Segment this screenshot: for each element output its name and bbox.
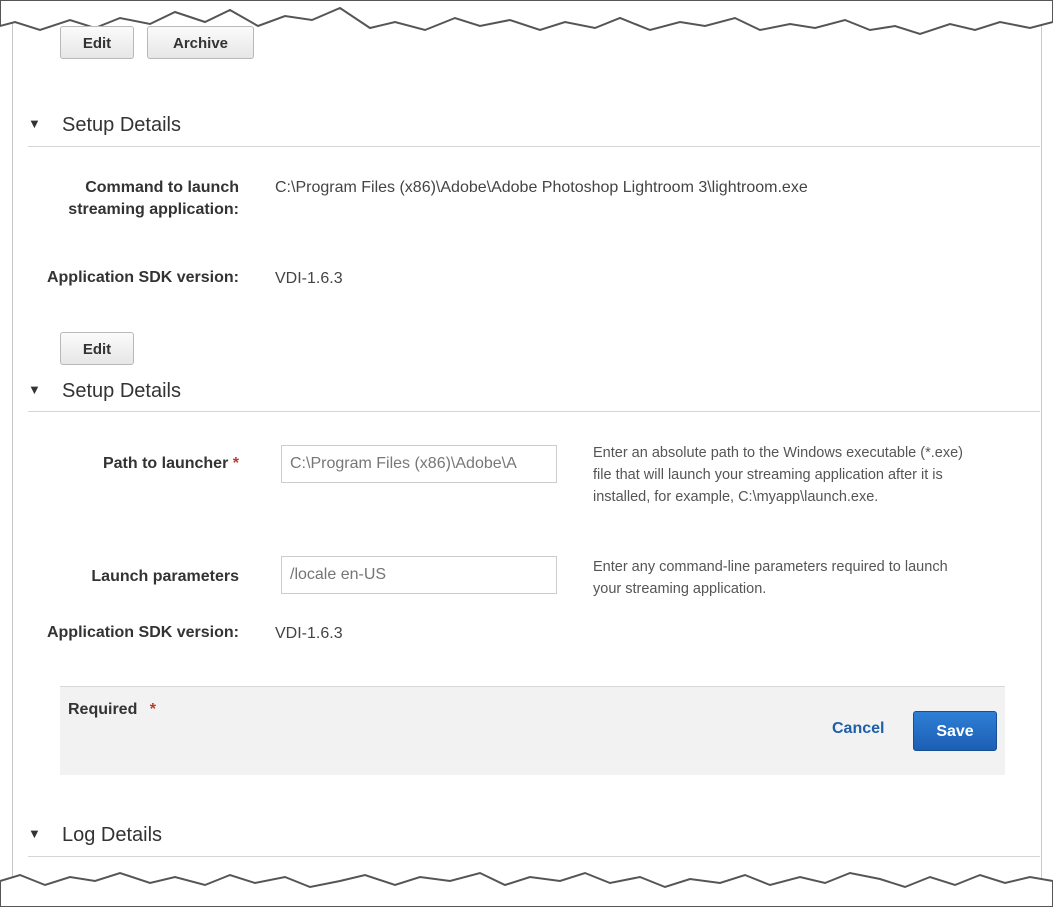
path-label-text: Path to launcher bbox=[102, 455, 229, 472]
params-help-text: Enter any command-line parameters requir… bbox=[593, 559, 948, 597]
log-details-header[interactable]: ▼ Log Details bbox=[28, 824, 162, 847]
command-label: Command to launch streaming application: bbox=[68, 179, 239, 218]
setup-details-header-edit[interactable]: ▼ Setup Details bbox=[28, 380, 181, 403]
cancel-link[interactable]: Cancel bbox=[832, 720, 884, 738]
sdk-version-label-edit: Application SDK version: bbox=[46, 624, 239, 641]
log-partial-text: saving bbox=[336, 880, 380, 897]
required-asterisk: * bbox=[149, 701, 157, 718]
setup-details-header-view[interactable]: ▼ Setup Details bbox=[28, 114, 181, 137]
path-label: Path to launcher * bbox=[27, 453, 239, 475]
section-title: Setup Details bbox=[62, 114, 181, 136]
sdk-version-value: VDI-1.6.3 bbox=[275, 270, 343, 287]
edit-button[interactable]: Edit bbox=[60, 26, 134, 59]
collapse-triangle-icon[interactable]: ▼ bbox=[28, 116, 46, 131]
path-to-launcher-input[interactable] bbox=[281, 445, 557, 483]
sdk-version-label: Application SDK version: bbox=[46, 269, 239, 286]
section-divider bbox=[28, 146, 1040, 147]
sdk-version-value-edit: VDI-1.6.3 bbox=[275, 625, 343, 642]
collapse-triangle-icon[interactable]: ▼ bbox=[28, 382, 46, 397]
required-asterisk: * bbox=[232, 455, 239, 472]
path-help-text: Enter an absolute path to the Windows ex… bbox=[593, 445, 963, 505]
command-value: C:\Program Files (x86)\Adobe\Adobe Photo… bbox=[275, 179, 808, 196]
launch-params-label: Launch parameters bbox=[91, 568, 239, 585]
collapse-triangle-icon[interactable]: ▼ bbox=[28, 826, 46, 841]
edit-setup-button[interactable]: Edit bbox=[60, 332, 134, 365]
form-footer: Required * Cancel Save bbox=[60, 686, 1005, 775]
launch-parameters-input[interactable] bbox=[281, 556, 557, 594]
archive-button[interactable]: Archive bbox=[147, 26, 254, 59]
required-label: Required bbox=[68, 701, 138, 718]
save-button[interactable]: Save bbox=[913, 711, 997, 751]
section-title: Setup Details bbox=[62, 380, 181, 402]
section-title: Log Details bbox=[62, 824, 163, 846]
section-divider bbox=[28, 856, 1040, 857]
section-divider bbox=[28, 411, 1040, 412]
required-note: Required * bbox=[68, 701, 156, 719]
